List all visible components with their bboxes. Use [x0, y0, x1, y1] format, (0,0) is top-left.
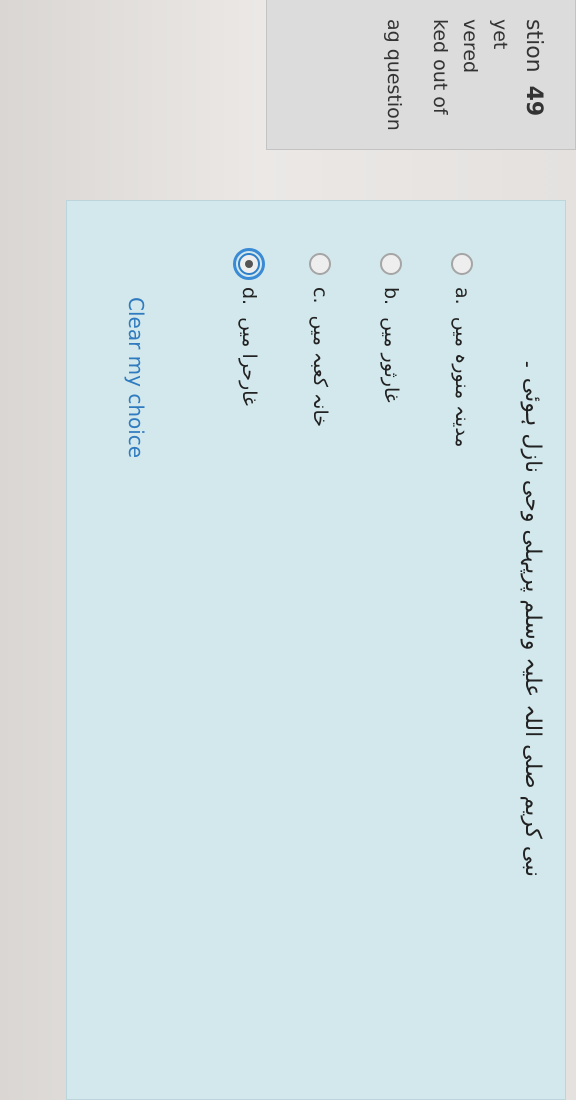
option-text-b: غارثور میں [380, 317, 402, 403]
option-text-d: غارحرا میں [238, 317, 260, 406]
question-info-box: stion 49 yet vered ked out of ag questio… [266, 0, 576, 150]
question-panel: نبی کریم صلی اللہ علیہ وسلم پرپہلی وحی ن… [66, 200, 566, 1100]
status-line-2: vered [459, 19, 481, 74]
answer-option-a[interactable]: a. مدینہ منورہ میں [445, 253, 479, 447]
marked-out-of: ked out of [429, 19, 451, 115]
option-letter-d: d. [238, 287, 260, 306]
question-text: نبی کریم صلی اللہ علیہ وسلم پرپہلی وحی ن… [520, 357, 545, 877]
option-text-a: مدینہ منورہ میں [451, 316, 473, 448]
option-text-c: خانہ کعبہ میں [309, 315, 331, 428]
radio-a[interactable] [451, 253, 473, 275]
radio-d[interactable] [233, 248, 265, 280]
flag-question-link[interactable]: ag question [383, 19, 405, 131]
answer-option-d[interactable]: d. غارحرا میں [232, 248, 266, 447]
radio-c[interactable] [309, 253, 331, 275]
question-heading: stion 49 [519, 19, 547, 131]
option-letter-c: c. [309, 287, 331, 304]
answer-list: a. مدینہ منورہ میں b. غارثور میں c. خانہ… [195, 248, 479, 447]
quiz-view: stion 49 yet vered ked out of ag questio… [0, 0, 576, 1100]
question-number: 49 [521, 85, 546, 117]
option-letter-b: b. [380, 287, 402, 306]
question-label: stion [521, 19, 546, 73]
answer-option-c[interactable]: c. خانہ کعبہ میں [303, 253, 337, 447]
clear-choice-link[interactable]: Clear my choice [124, 297, 148, 458]
radio-b[interactable] [380, 253, 402, 275]
answer-option-b[interactable]: b. غارثور میں [374, 253, 408, 447]
option-letter-a: a. [451, 287, 473, 305]
status-line-1: yet [489, 19, 511, 50]
